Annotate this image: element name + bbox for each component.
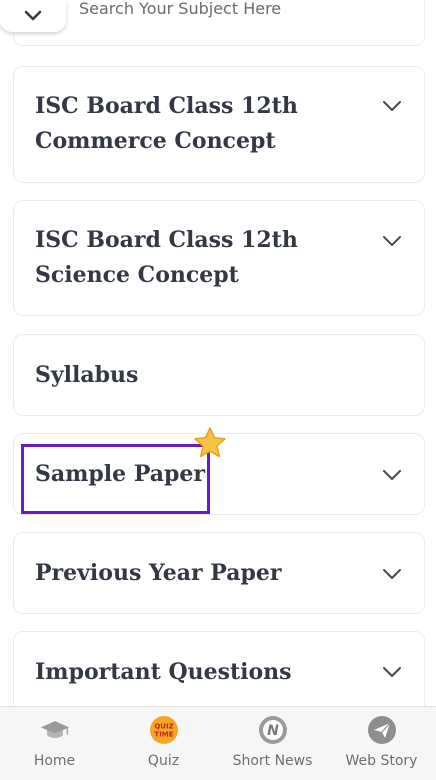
nav-label: Home — [33, 753, 76, 769]
collapse-button[interactable] — [0, 0, 66, 32]
graduation-cap-icon — [40, 715, 70, 745]
accordion-item-commerce-concept[interactable]: ISC Board Class 12th Commerce Concept — [13, 66, 425, 183]
nav-label: Short News — [232, 753, 313, 769]
chevron-down-icon[interactable] — [382, 235, 402, 247]
chevron-down-icon[interactable] — [382, 568, 402, 580]
accordion-title: ISC Board Class 12th Science Concept — [35, 227, 298, 288]
accordion-item-syllabus[interactable]: Syllabus — [13, 334, 425, 416]
nav-item-short-news[interactable]: N Short News — [218, 707, 327, 780]
bottom-nav: Home QUIZ TIME Quiz N Short News Web Sto… — [0, 706, 436, 780]
star-icon — [194, 427, 226, 458]
svg-text:QUIZ: QUIZ — [154, 723, 173, 731]
accordion-title: ISC Board Class 12th Commerce Concept — [35, 93, 298, 154]
accordion-title: Syllabus — [35, 362, 139, 388]
nav-item-web-story[interactable]: Web Story — [327, 707, 436, 780]
search-input[interactable]: Search Your Subject Here — [79, 0, 281, 18]
svg-text:TIME: TIME — [154, 731, 173, 739]
accordion-title: Previous Year Paper — [35, 560, 282, 586]
chevron-down-icon — [24, 10, 42, 21]
sample-paper-highlight — [21, 444, 210, 514]
news-n-icon: N — [258, 715, 288, 745]
accordion-item-science-concept[interactable]: ISC Board Class 12th Science Concept — [13, 200, 425, 316]
chevron-down-icon[interactable] — [382, 666, 402, 678]
accordion-title: Important Questions — [35, 659, 292, 685]
nav-label: Web Story — [345, 753, 418, 769]
quiz-time-icon: QUIZ TIME — [149, 715, 179, 745]
accordion-item-previous-year-paper[interactable]: Previous Year Paper — [13, 532, 425, 614]
chevron-down-icon[interactable] — [382, 100, 402, 112]
chevron-down-icon[interactable] — [382, 469, 402, 481]
search-bar[interactable]: Search Your Subject Here — [13, 0, 425, 46]
nav-item-home[interactable]: Home — [0, 707, 109, 780]
nav-item-quiz[interactable]: QUIZ TIME Quiz — [109, 707, 218, 780]
nav-label: Quiz — [147, 753, 180, 769]
paper-plane-icon — [367, 715, 397, 745]
svg-text:N: N — [267, 723, 279, 739]
